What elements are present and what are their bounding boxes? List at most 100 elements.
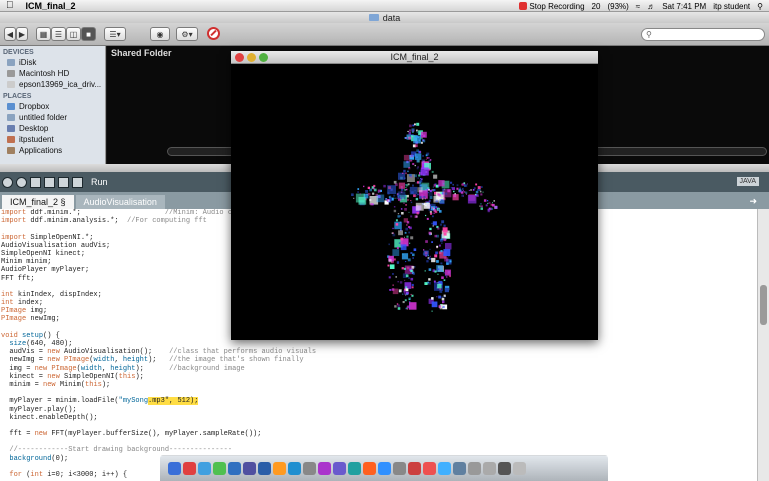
dock-app-icon[interactable] xyxy=(168,462,181,475)
dock-app-icon[interactable] xyxy=(348,462,361,475)
dock-app-icon[interactable] xyxy=(273,462,286,475)
code-line: size(640, 480); xyxy=(1,340,757,348)
list-view-button[interactable]: ☰ xyxy=(51,27,66,41)
particle xyxy=(433,184,436,187)
dock-app-icon[interactable] xyxy=(513,462,526,475)
coverflow-view-button[interactable]: ■ xyxy=(81,27,96,41)
sidebar-item-dropbox[interactable]: Dropbox xyxy=(0,101,105,112)
dock-app-icon[interactable] xyxy=(213,462,226,475)
sidebar-item-idisk[interactable]: iDisk xyxy=(0,57,105,68)
particle xyxy=(487,202,489,204)
zoom-icon[interactable] xyxy=(259,53,268,62)
particle xyxy=(403,202,405,204)
minimize-icon[interactable] xyxy=(247,53,256,62)
tab-menu-arrow-icon[interactable]: ➜ xyxy=(749,196,757,207)
mode-button[interactable]: JAVA xyxy=(736,177,759,186)
sketch-window: ICM_final_2 xyxy=(231,51,598,340)
open-button[interactable] xyxy=(44,176,55,188)
particle xyxy=(404,231,407,234)
particle xyxy=(412,272,415,275)
dock-app-icon[interactable] xyxy=(378,462,391,475)
menu-num[interactable]: 20 xyxy=(592,2,601,11)
quick-look-button[interactable]: ◉ xyxy=(150,27,170,41)
dock-app-icon[interactable] xyxy=(408,462,421,475)
dock-app-icon[interactable] xyxy=(483,462,496,475)
particle xyxy=(407,130,409,132)
volume-icon[interactable]: ♬ xyxy=(647,2,655,11)
tab-icm-final-2[interactable]: ICM_final_2 § xyxy=(2,195,74,209)
dock-app-icon[interactable] xyxy=(258,462,271,475)
particle xyxy=(416,212,419,215)
particle xyxy=(425,254,428,257)
sidebar-item-untitled-folder[interactable]: untitled folder xyxy=(0,112,105,123)
sidebar-item-applications[interactable]: Applications xyxy=(0,145,105,156)
stop-button[interactable] xyxy=(16,176,27,188)
tab-audio-visualisation[interactable]: AudioVisualisation xyxy=(75,195,165,209)
dock-app-icon[interactable] xyxy=(453,462,466,475)
arrange-button[interactable]: ☰▾ xyxy=(104,27,126,41)
scrollbar-thumb[interactable] xyxy=(760,285,767,325)
particle xyxy=(408,298,411,301)
spotlight-icon[interactable]: ⚲ xyxy=(757,2,763,11)
back-button[interactable]: ◀ xyxy=(4,27,16,41)
editor-scrollbar[interactable] xyxy=(757,209,769,481)
clock[interactable]: Sat 7:41 PM xyxy=(662,2,706,11)
forward-button[interactable]: ▶ xyxy=(16,27,28,41)
code-token: ); xyxy=(135,372,144,381)
dock-app-icon[interactable] xyxy=(288,462,301,475)
dock-app-icon[interactable] xyxy=(228,462,241,475)
particle xyxy=(417,187,423,193)
sidebar-item-macintosh-hd[interactable]: Macintosh HD xyxy=(0,68,105,79)
run-button[interactable] xyxy=(2,176,13,188)
dock-app-icon[interactable] xyxy=(393,462,406,475)
particle xyxy=(404,208,407,211)
code-token: , xyxy=(101,364,111,373)
dock-app-icon[interactable] xyxy=(198,462,211,475)
particle xyxy=(415,202,424,211)
search-input[interactable]: ⚲ xyxy=(641,28,765,41)
particle xyxy=(408,132,411,135)
wifi-icon[interactable]: ≈ xyxy=(636,2,640,11)
particle xyxy=(434,254,438,258)
battery-status[interactable]: (93%) xyxy=(607,2,628,11)
sidebar-item-epson[interactable]: epson13969_ica_driv... xyxy=(0,79,105,90)
code-token: size xyxy=(9,340,27,348)
particle xyxy=(427,191,429,194)
particle xyxy=(416,129,418,132)
particle xyxy=(437,185,440,187)
particle xyxy=(415,182,417,184)
sketch-canvas[interactable] xyxy=(231,64,598,340)
icon-view-button[interactable]: ▦ xyxy=(36,27,51,41)
particle xyxy=(425,159,427,160)
dock-app-icon[interactable] xyxy=(363,462,376,475)
particle xyxy=(485,204,488,207)
dock-app-icon[interactable] xyxy=(438,462,451,475)
no-entry-icon[interactable] xyxy=(207,27,220,40)
dock-app-icon[interactable] xyxy=(423,462,436,475)
app-menu[interactable]: ICM_final_2 xyxy=(26,1,76,11)
particle xyxy=(397,304,400,307)
dock-app-icon[interactable] xyxy=(498,462,511,475)
stop-recording-button[interactable]: Stop Recording xyxy=(519,2,585,11)
sidebar-item-desktop[interactable]: Desktop xyxy=(0,123,105,134)
dock-app-icon[interactable] xyxy=(303,462,316,475)
dock-app-icon[interactable] xyxy=(243,462,256,475)
particle xyxy=(429,233,431,236)
code-token: this xyxy=(118,372,136,381)
column-view-button[interactable]: ◫ xyxy=(66,27,81,41)
code-token: PImage xyxy=(64,356,90,365)
action-button[interactable]: ⚙▾ xyxy=(176,27,198,41)
sidebar-item-itpstudent[interactable]: itpstudent xyxy=(0,134,105,145)
user-menu[interactable]: itp student xyxy=(713,2,750,11)
new-button[interactable] xyxy=(30,176,41,188)
dock-app-icon[interactable] xyxy=(468,462,481,475)
save-button[interactable] xyxy=(58,176,69,188)
apple-menu-icon[interactable]:  xyxy=(6,0,14,11)
particle xyxy=(428,188,430,191)
dock-app-icon[interactable] xyxy=(183,462,196,475)
export-button[interactable] xyxy=(72,176,83,188)
dock-app-icon[interactable] xyxy=(318,462,331,475)
particle xyxy=(369,199,372,202)
dock-app-icon[interactable] xyxy=(333,462,346,475)
close-icon[interactable] xyxy=(235,53,244,62)
